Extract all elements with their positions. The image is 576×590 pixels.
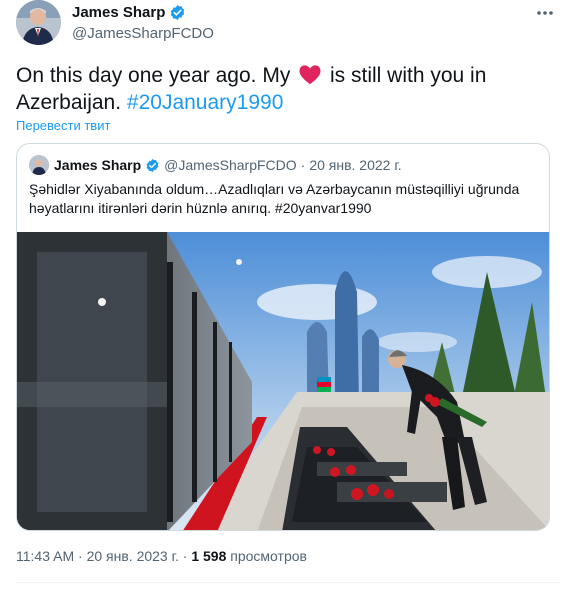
quoted-display-name: James Sharp (54, 157, 142, 173)
verified-badge-icon (146, 158, 159, 172)
translate-tweet-link[interactable]: Перевести твит (16, 118, 110, 133)
separator-dot: · (182, 548, 188, 564)
tweet-text-part1: On this day one year ago. My (16, 64, 291, 87)
tweet-text: On this day one year ago. My is still wi… (16, 62, 556, 116)
separator-dot: · (300, 157, 306, 173)
quoted-tweet-header: James Sharp @JamesSharpFCDO · 20 янв. 20… (29, 155, 402, 175)
separator-dot: · (78, 548, 83, 564)
hashtag-link[interactable]: #20January1990 (127, 91, 283, 114)
tweet-date[interactable]: 20 янв. 2023 г. (87, 548, 179, 564)
quoted-tweet-photo[interactable] (17, 232, 549, 530)
divider (16, 582, 560, 583)
more-options-icon[interactable] (534, 2, 556, 24)
tweet-meta: 11:43 AM · 20 янв. 2023 г. · 1 598 просм… (16, 548, 307, 564)
author-avatar[interactable] (16, 0, 61, 45)
quoted-author-avatar (29, 155, 49, 175)
quoted-tweet-text: Şəhidlər Xiyabanında oldum…Azadlıqları v… (29, 181, 520, 216)
views-count: 1 598 (191, 548, 227, 564)
verified-badge-icon (171, 5, 185, 20)
quoted-date: 20 янв. 2022 г. (309, 157, 402, 173)
tweet-time[interactable]: 11:43 AM (16, 548, 74, 564)
views-label: просмотров (230, 548, 307, 564)
red-heart-emoji-icon (299, 65, 321, 85)
quoted-handle: @JamesSharpFCDO (164, 157, 297, 173)
author-display-name[interactable]: James Sharp (72, 4, 165, 21)
author-handle[interactable]: @JamesSharpFCDO (72, 25, 214, 42)
tweet-header: James Sharp @JamesSharpFCDO (16, 0, 560, 52)
quoted-tweet[interactable]: James Sharp @JamesSharpFCDO · 20 янв. 20… (16, 143, 550, 531)
